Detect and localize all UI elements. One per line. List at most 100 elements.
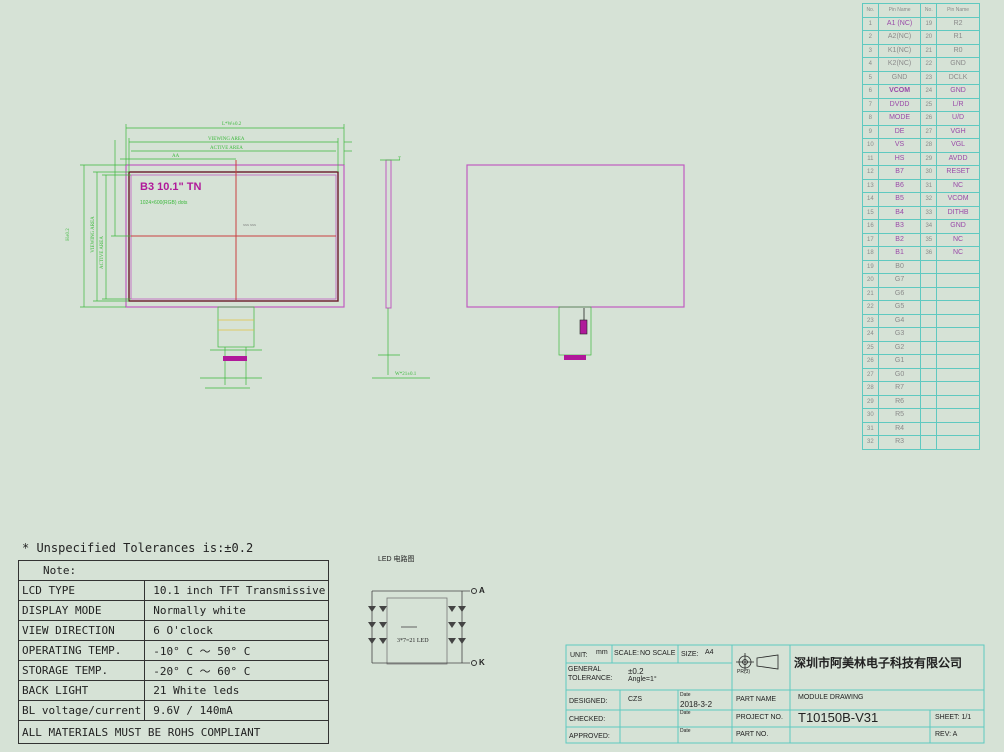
pin-row: 8 MODE 26 U/D bbox=[862, 111, 980, 126]
pin-number bbox=[920, 354, 938, 369]
unit-label: UNIT: bbox=[570, 652, 588, 659]
pin-name: GND bbox=[936, 57, 980, 72]
note-row: VIEW DIRECTION 6 O'clock bbox=[17, 620, 330, 641]
note-row: LCD TYPE 10.1 inch TFT Transmissive bbox=[17, 580, 330, 601]
pin-row: 17 B2 35 NC bbox=[862, 232, 980, 247]
pin-number bbox=[920, 408, 938, 423]
dim-outline-label: L*W±0.2 bbox=[222, 122, 242, 127]
pin-name: K2(NC) bbox=[877, 57, 922, 72]
note-value: -10° C ～ 50° C bbox=[144, 640, 330, 661]
pin-name: NC bbox=[936, 232, 980, 247]
pin-row: 4 K2(NC) 22 GND bbox=[862, 57, 980, 72]
pin-table-header-cell: No. bbox=[920, 3, 938, 18]
note-key: OPERATING TEMP. bbox=[17, 640, 146, 661]
pin-name: VCOM bbox=[877, 84, 922, 99]
pin-name bbox=[936, 313, 980, 328]
note-value: -20° C ～ 60° C bbox=[144, 660, 330, 681]
pin-row: 12 B7 30 RESET bbox=[862, 165, 980, 180]
pin-row: 1 A1 (NC) 19 R2 bbox=[862, 16, 980, 31]
pin-number: 28 bbox=[920, 138, 938, 153]
left-dimensions bbox=[80, 140, 131, 308]
drawing-sheet: B3 10.1" TN 1024×600(RGB) dots xxx xxx L… bbox=[0, 0, 1004, 752]
pin-number: 32 bbox=[920, 192, 938, 207]
sheet-label: SHEET: 1/1 bbox=[935, 714, 972, 721]
pin-name: VGH bbox=[936, 124, 980, 139]
pin-name: GND bbox=[936, 84, 980, 99]
pin-row: 24 G3 bbox=[862, 327, 980, 342]
pin-row: 19 B0 bbox=[862, 259, 980, 274]
active-area bbox=[130, 174, 337, 300]
pin-name: A2(NC) bbox=[877, 30, 922, 45]
rohs-note: ALL MATERIALS MUST BE ROHS COMPLIANT bbox=[17, 720, 330, 744]
pin-number: 31 bbox=[920, 178, 938, 193]
pin-name bbox=[936, 300, 980, 315]
note-value: 10.1 inch TFT Transmissive bbox=[144, 580, 330, 601]
size-label: SIZE: bbox=[681, 651, 699, 658]
pin-name: DE bbox=[877, 124, 922, 139]
pin-number: 7 bbox=[862, 97, 879, 112]
pin-name bbox=[936, 394, 980, 409]
pin-number: 31 bbox=[862, 421, 879, 436]
pin-name: NC bbox=[936, 246, 980, 261]
pin-name: R4 bbox=[877, 421, 922, 436]
dim-fpc-label: W*21±0.1 bbox=[395, 372, 417, 377]
pin-row: 23 G4 bbox=[862, 313, 980, 328]
pin-number: 8 bbox=[862, 111, 879, 126]
pin-name: G3 bbox=[877, 327, 922, 342]
fpc-contacts bbox=[223, 356, 247, 361]
pin-number: 23 bbox=[862, 313, 879, 328]
notes-title: Note: bbox=[17, 560, 330, 581]
pin-name: R5 bbox=[877, 408, 922, 423]
pin-number: 30 bbox=[920, 165, 938, 180]
pin-name: B5 bbox=[877, 192, 922, 207]
cathode-terminal bbox=[471, 660, 477, 666]
pin-number: 20 bbox=[862, 273, 879, 288]
pin-number: 11 bbox=[862, 151, 879, 166]
pin-name: R2 bbox=[936, 16, 980, 31]
pin-name bbox=[936, 435, 980, 450]
led-circuit-drawing bbox=[371, 590, 470, 665]
dim-left-outline-label: H±0.2 bbox=[65, 228, 71, 241]
note-key: BACK LIGHT bbox=[17, 680, 146, 701]
pin-name: K1(NC) bbox=[877, 43, 922, 58]
dim-aa-label: AA bbox=[172, 154, 180, 159]
pin-number: 25 bbox=[862, 340, 879, 355]
pin-name bbox=[936, 273, 980, 288]
pin-row: 31 R4 bbox=[862, 421, 980, 436]
note-row: DISPLAY MODE Normally white bbox=[17, 600, 330, 621]
note-key: DISPLAY MODE bbox=[17, 600, 146, 621]
note-value: 21 White leds bbox=[144, 680, 330, 701]
checked-label: CHECKED: bbox=[569, 716, 606, 723]
company-name: 深圳市阿美林电子科技有限公司 bbox=[794, 656, 963, 670]
pin-name: B0 bbox=[877, 259, 922, 274]
dim-viewing-label: VIEWING AREA bbox=[208, 137, 245, 142]
part-name-label: PART NAME bbox=[736, 696, 777, 703]
pin-name: L/R bbox=[936, 97, 980, 112]
pin-row: 22 G5 bbox=[862, 300, 980, 315]
fpc-front bbox=[200, 306, 262, 389]
pin-number: 36 bbox=[920, 246, 938, 261]
pin-name: AVDD bbox=[936, 151, 980, 166]
side-view bbox=[372, 159, 430, 379]
pin-name: U/D bbox=[936, 111, 980, 126]
pin-row: 10 VS 28 VGL bbox=[862, 138, 980, 153]
pin-name: VCOM bbox=[936, 192, 980, 207]
note-row: BACK LIGHT 21 White leds bbox=[17, 680, 330, 701]
note-value: 9.6V / 140mA bbox=[144, 700, 330, 721]
pin-number: 20 bbox=[920, 30, 938, 45]
anode-terminal bbox=[471, 588, 477, 594]
pin-number: 35 bbox=[920, 232, 938, 247]
pin-number: 30 bbox=[862, 408, 879, 423]
pin-number: 29 bbox=[920, 151, 938, 166]
pin-number: 4 bbox=[862, 57, 879, 72]
date-label-3: Date bbox=[680, 728, 691, 734]
pin-number bbox=[920, 394, 938, 409]
designed-value: CZS bbox=[628, 696, 642, 703]
pin-name: R7 bbox=[877, 381, 922, 396]
pin-row: 11 HS 29 AVDD bbox=[862, 151, 980, 166]
pin-row: 6 VCOM 24 GND bbox=[862, 84, 980, 99]
led-circuit-label: 3*7=21 LED bbox=[397, 638, 429, 644]
pin-number: 28 bbox=[862, 381, 879, 396]
pin-number: 16 bbox=[862, 219, 879, 234]
pin-name: B3 bbox=[877, 219, 922, 234]
